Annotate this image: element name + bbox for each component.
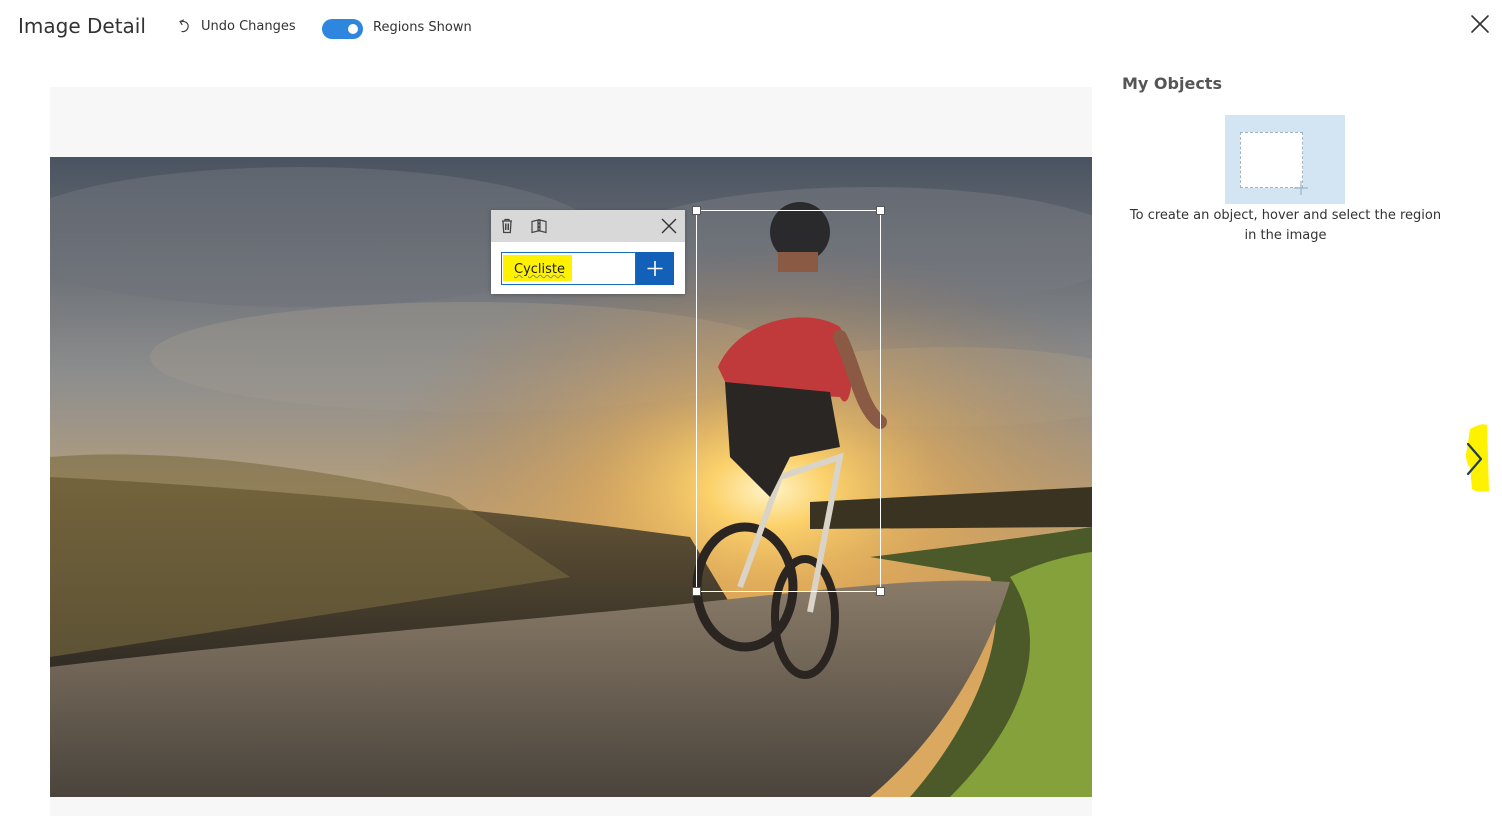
trash-icon[interactable] (498, 217, 516, 235)
popup-toolbar (491, 210, 685, 242)
my-objects-hint: To create an object, hover and select th… (1129, 208, 1442, 243)
regions-shown-toggle[interactable] (322, 19, 363, 39)
regions-shown-label: Regions Shown (373, 20, 472, 35)
create-object-tile[interactable] (1225, 115, 1345, 204)
toggle-knob (348, 24, 358, 34)
selected-region[interactable] (692, 206, 885, 596)
resize-handle-bottom-left[interactable] (692, 587, 701, 596)
popup-close-icon[interactable] (660, 217, 678, 235)
tag-text-highlight (503, 255, 572, 281)
my-objects-title: My Objects (1122, 74, 1222, 93)
chevron-right-icon[interactable] (1462, 440, 1486, 478)
split-region-icon[interactable] (530, 217, 548, 235)
undo-changes-button[interactable]: Undo Changes (176, 18, 296, 34)
undo-changes-label: Undo Changes (201, 18, 296, 34)
close-icon[interactable] (1468, 12, 1492, 36)
header-bar: Image Detail Undo Changes Regions Shown (0, 0, 1502, 58)
resize-handle-top-left[interactable] (692, 206, 701, 215)
page-title: Image Detail (18, 14, 146, 38)
resize-handle-top-right[interactable] (876, 206, 885, 215)
plus-icon (1294, 181, 1308, 195)
resize-handle-bottom-right[interactable] (876, 587, 885, 596)
add-tag-button[interactable] (636, 252, 674, 285)
plus-icon (647, 261, 663, 276)
undo-icon (179, 19, 189, 33)
